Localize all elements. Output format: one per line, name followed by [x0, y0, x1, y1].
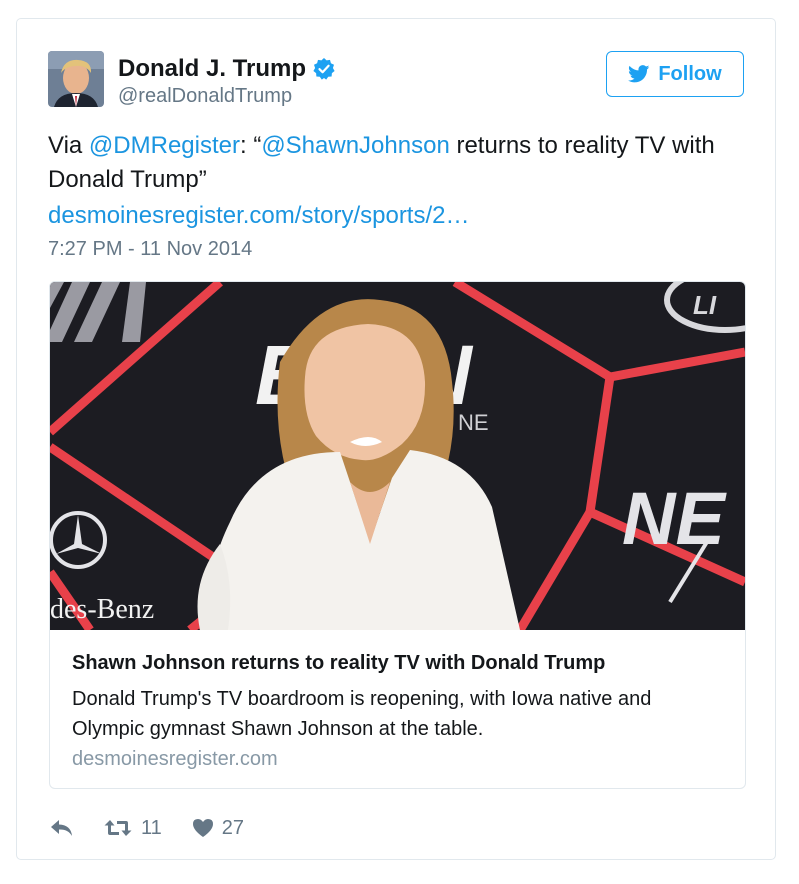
like-button[interactable]: 27 [192, 817, 244, 840]
tweet-text-prefix: Via [48, 132, 89, 159]
card-title: Shawn Johnson returns to reality TV with… [72, 652, 606, 674]
display-name[interactable]: Donald J. Trump [118, 55, 336, 83]
reply-icon [51, 820, 72, 836]
retweet-count: 11 [141, 816, 162, 839]
retweet-button[interactable]: 11 [103, 817, 162, 840]
svg-text:NE: NE [458, 410, 489, 435]
display-name-text: Donald J. Trump [118, 55, 307, 82]
heart-icon [192, 819, 213, 837]
article-url-link[interactable]: desmoinesregister.com/story/sports/2… [48, 199, 470, 233]
retweet-icon [104, 820, 132, 836]
mention-link-dmregister[interactable]: @DMRegister [89, 132, 240, 159]
verified-badge-icon [313, 58, 335, 80]
card-description: Donald Trump's TV boardroom is reopening… [72, 688, 652, 740]
tweet-text: Via @DMRegister: “@ShawnJohnson returns … [48, 129, 748, 197]
card-image-next-logo: NE [622, 477, 727, 560]
card-domain: desmoinesregister.com [72, 748, 278, 770]
link-preview-card[interactable]: LI ESPN T NE NE des-Benz S [49, 281, 746, 789]
follow-button-label: Follow [658, 62, 722, 85]
follow-button[interactable]: Follow [606, 51, 744, 97]
avatar[interactable] [48, 51, 104, 107]
reply-button[interactable] [49, 818, 75, 838]
tweet-text-quote: : “ [239, 132, 262, 159]
tweet-timestamp[interactable]: 7:27 PM - 11 Nov 2014 [48, 238, 252, 261]
avatar-image [48, 51, 104, 107]
like-count: 27 [221, 816, 245, 839]
twitter-bird-icon [628, 65, 650, 83]
tweet-card: Donald J. Trump @realDonaldTrump Follow … [16, 18, 776, 860]
mention-link-shawnjohnson[interactable]: @ShawnJohnson [261, 132, 449, 159]
card-image-sponsor-text: des-Benz [50, 594, 154, 625]
svg-text:LI: LI [693, 290, 717, 320]
tweet-actions: 11 27 [49, 813, 244, 843]
user-handle[interactable]: @realDonaldTrump [118, 85, 292, 108]
card-image: LI ESPN T NE NE des-Benz [50, 282, 745, 630]
